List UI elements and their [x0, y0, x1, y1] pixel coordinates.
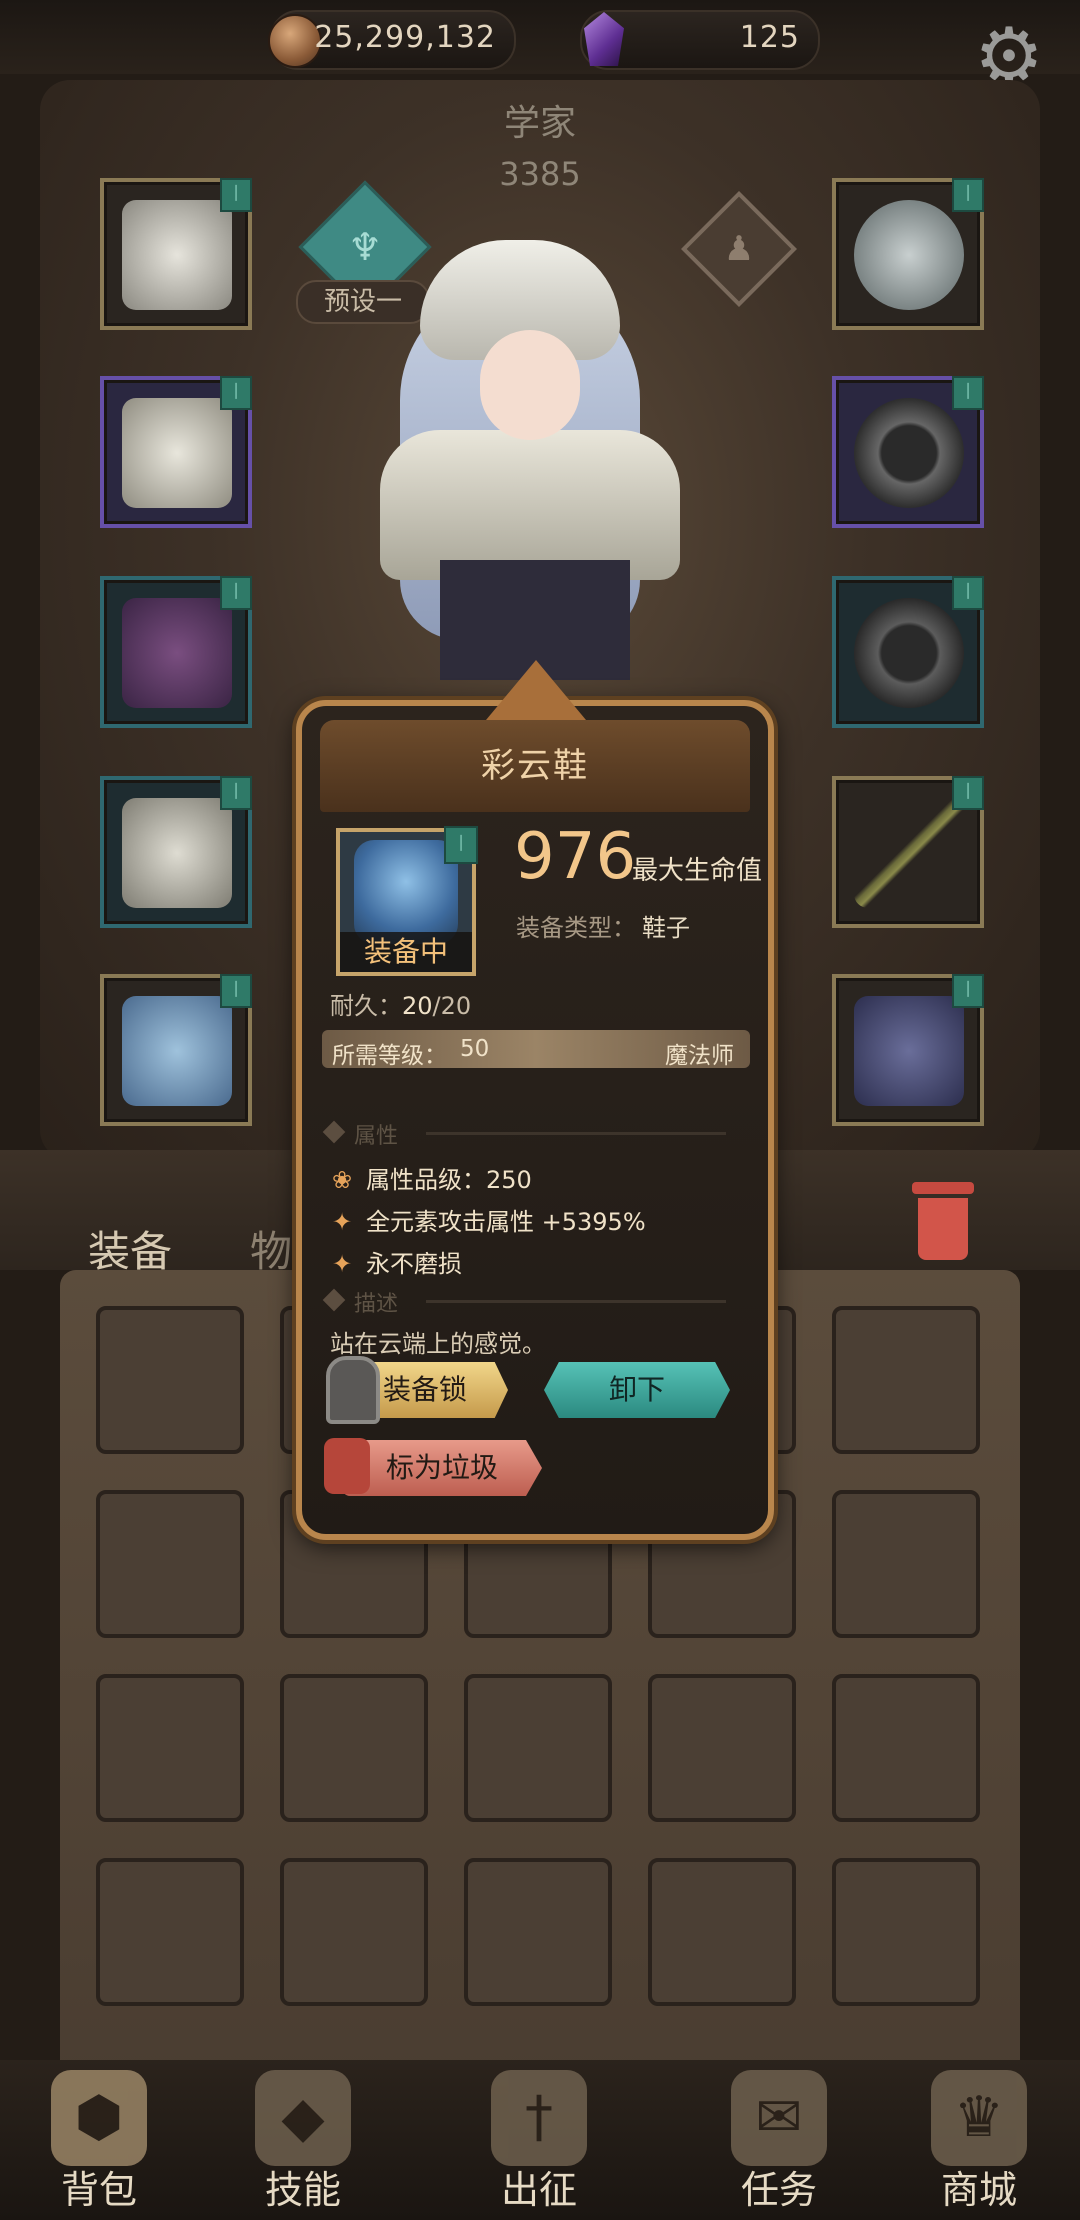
- equip-slot-ring-2[interactable]: ᛁ: [832, 576, 984, 728]
- nav-backpack-label: 背包: [60, 2168, 137, 2212]
- backpack-icon: ⬢: [51, 2070, 147, 2166]
- nav-backpack[interactable]: ⬢ 背包: [24, 2070, 174, 2220]
- equip-slot-ring-1[interactable]: ᛁ: [832, 376, 984, 528]
- inventory-cell[interactable]: [96, 1490, 244, 1638]
- durability-max: /20: [432, 992, 472, 1020]
- inventory-cell[interactable]: [96, 1674, 244, 1822]
- lotus-icon: ❀: [332, 1166, 353, 1194]
- skill-book-icon: ◆: [255, 2070, 351, 2166]
- gem-amount: 125: [739, 20, 800, 55]
- nav-skills[interactable]: ◆ 技能: [228, 2070, 378, 2220]
- equipped-badge: 装备中: [340, 932, 472, 972]
- inventory-cell[interactable]: [464, 1858, 612, 2006]
- attr-bonus: 全元素攻击属性 +5395%: [366, 1208, 646, 1236]
- main-stat-value: 976: [514, 820, 637, 894]
- item-icon: ᛁ 装备中: [336, 826, 478, 976]
- unequip-button[interactable]: 卸下: [544, 1362, 730, 1418]
- main-stat-label: 最大生命值: [632, 856, 763, 886]
- lock-icon: [326, 1356, 380, 1424]
- durability-label: 耐久：: [330, 992, 402, 1020]
- equip-slot-helmet[interactable]: ᛁ: [100, 178, 252, 330]
- description-section-header: 描述: [322, 1286, 746, 1317]
- inventory-cell[interactable]: [280, 1858, 428, 2006]
- equip-type-value: 鞋子: [642, 914, 690, 942]
- item-detail-popup: 彩云鞋 ᛁ 装备中 976 最大生命值 装备类型： 鞋子 耐久：20/20 所需…: [296, 660, 774, 1540]
- trash-icon[interactable]: [912, 1182, 974, 1262]
- equip-type-label: 装备类型：: [516, 914, 636, 942]
- coin-counter: 25,299,132: [268, 10, 516, 70]
- gem-counter[interactable]: 125: [580, 10, 820, 70]
- popup-crown-ornament: [486, 660, 586, 720]
- equip-slot-armor[interactable]: ᛁ: [100, 376, 252, 528]
- item-title: 彩云鞋: [481, 746, 589, 786]
- required-level-value: 50: [460, 1036, 490, 1062]
- inventory-cell[interactable]: [832, 1674, 980, 1822]
- attributes-section-header: 属性: [322, 1118, 746, 1149]
- hero-power: 3385: [499, 155, 581, 193]
- required-level-label: 所需等级：: [332, 1043, 447, 1069]
- top-currency-bar: [0, 0, 1080, 74]
- equip-slot-gloves[interactable]: ᛁ: [100, 576, 252, 728]
- equip-slot-offhand[interactable]: ᛁ: [832, 974, 984, 1126]
- attr-bonus-row: ✦ 全元素攻击属性 +5395%: [332, 1202, 646, 1236]
- mark-junk-button[interactable]: 标为垃圾: [342, 1440, 542, 1496]
- nav-expedition-label: 出征: [500, 2168, 577, 2212]
- equip-slot-weapon[interactable]: ᛁ: [832, 776, 984, 928]
- nav-shop-label: 商城: [940, 2168, 1017, 2212]
- equip-slot-amulet[interactable]: ᛁ: [832, 178, 984, 330]
- nav-quests-label: 任务: [740, 2168, 817, 2212]
- nav-quests[interactable]: ✉ 任务: [704, 2070, 854, 2220]
- required-class: 魔法师: [665, 1043, 734, 1069]
- attr-special: 永不磨损: [366, 1250, 462, 1278]
- nav-expedition[interactable]: † 出征: [464, 2070, 614, 2220]
- sparkle-icon: ✦: [332, 1250, 353, 1278]
- inventory-cell[interactable]: [832, 1858, 980, 2006]
- equip-slot-boots[interactable]: ᛁ: [100, 974, 252, 1126]
- boots-icon: [354, 840, 458, 944]
- durability: 耐久：20/20: [330, 986, 471, 1021]
- attr-grade-row: ❀ 属性品级：250: [332, 1160, 532, 1194]
- inventory-cell[interactable]: [832, 1306, 980, 1454]
- nav-shop[interactable]: ♛ 商城: [904, 2070, 1054, 2220]
- junk-lantern-icon: [324, 1438, 370, 1494]
- equip-slot-pants[interactable]: ᛁ: [100, 776, 252, 928]
- hero-character-portrait: [360, 240, 700, 680]
- gem-icon: [584, 12, 624, 66]
- sparkle-icon: ✦: [332, 1208, 353, 1236]
- inventory-cell[interactable]: [832, 1490, 980, 1638]
- crown-icon: ♛: [931, 2070, 1027, 2166]
- hero-class-name: 学家: [503, 103, 576, 144]
- description-header: 描述: [354, 1292, 399, 1317]
- item-tag-icon: ᛁ: [444, 826, 478, 864]
- attr-special-row: ✦ 永不磨损: [332, 1244, 462, 1278]
- scroll-icon: ✉: [731, 2070, 827, 2166]
- inventory-cell[interactable]: [96, 1858, 244, 2006]
- inventory-cell[interactable]: [648, 1858, 796, 2006]
- inventory-cell[interactable]: [464, 1674, 612, 1822]
- inventory-cell[interactable]: [280, 1674, 428, 1822]
- attr-grade: 属性品级：250: [366, 1166, 532, 1194]
- nav-skills-label: 技能: [264, 2168, 341, 2212]
- attributes-header: 属性: [354, 1124, 399, 1149]
- inventory-cell[interactable]: [96, 1306, 244, 1454]
- sword-icon: †: [491, 2070, 587, 2166]
- inventory-cell[interactable]: [648, 1674, 796, 1822]
- coin-amount: 25,299,132: [314, 20, 496, 55]
- item-description: 站在云端上的感觉。: [330, 1330, 546, 1358]
- durability-current: 20: [402, 992, 433, 1020]
